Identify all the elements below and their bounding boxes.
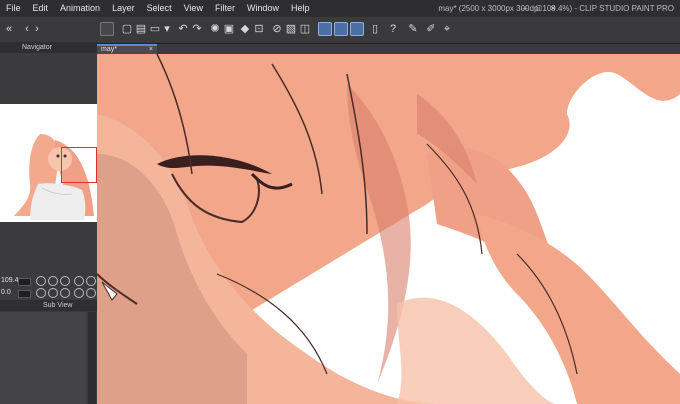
menu-bar: File Edit Animation Layer Select View Fi… bbox=[0, 0, 680, 17]
collapse-arrow-icon[interactable]: « bbox=[2, 22, 16, 36]
menu-animation[interactable]: Animation bbox=[54, 0, 106, 17]
tab-document[interactable]: may* × bbox=[97, 44, 157, 54]
chevron-down-icon[interactable]: ▾ bbox=[160, 22, 174, 36]
menu-filter[interactable]: Filter bbox=[209, 0, 241, 17]
menu-select[interactable]: Select bbox=[141, 0, 178, 17]
chevron-right-icon[interactable]: › bbox=[30, 22, 44, 36]
eyedropper-icon[interactable]: ⌖ bbox=[440, 22, 454, 36]
menu-edit[interactable]: Edit bbox=[27, 0, 55, 17]
clear-icon[interactable]: ✺ bbox=[208, 22, 222, 36]
fill-icon[interactable]: ◆ bbox=[238, 22, 252, 36]
menu-help[interactable]: Help bbox=[285, 0, 316, 17]
flip-icon[interactable] bbox=[86, 276, 96, 286]
window-title: may* (2500 x 3000px 300dpi 109.4%) - CLI… bbox=[438, 4, 674, 13]
subview-panel bbox=[0, 312, 86, 404]
deselect-icon[interactable]: ⊘ bbox=[270, 22, 284, 36]
reset-rotation-icon[interactable] bbox=[60, 288, 70, 298]
menu-window[interactable]: Window bbox=[241, 0, 285, 17]
snap-grid-icon[interactable] bbox=[350, 22, 364, 36]
drawing-canvas[interactable] bbox=[97, 54, 680, 404]
clear-outside-icon[interactable]: ▣ bbox=[222, 22, 236, 36]
zoom-slider[interactable] bbox=[18, 278, 31, 286]
navigator-title: Navigator bbox=[22, 44, 52, 51]
rotate-right-icon[interactable] bbox=[48, 288, 58, 298]
undo-icon[interactable]: ↶ bbox=[176, 22, 190, 36]
subview-header: Sub View bbox=[0, 300, 97, 311]
document-tab-label: may* bbox=[101, 46, 117, 53]
zoom-value[interactable]: 109.4 bbox=[1, 275, 19, 287]
angle-slider[interactable] bbox=[18, 290, 31, 298]
invert-icon[interactable]: ▧ bbox=[284, 22, 298, 36]
transform-icon[interactable]: ⊡ bbox=[252, 22, 266, 36]
pen-settings-icon[interactable]: ✐ bbox=[424, 22, 438, 36]
menu-view[interactable]: View bbox=[178, 0, 209, 17]
question-icon[interactable]: ? bbox=[386, 22, 400, 36]
open-file-icon[interactable]: ▤ bbox=[134, 22, 148, 36]
select-icon[interactable]: ◫ bbox=[298, 22, 312, 36]
navigator-view-frame[interactable] bbox=[61, 147, 97, 183]
angle-row: 0.0 bbox=[0, 287, 97, 299]
panel-scrollbar[interactable] bbox=[88, 312, 96, 404]
subview-title: Sub View bbox=[43, 302, 73, 309]
pen-icon[interactable]: ✎ bbox=[406, 22, 420, 36]
close-tab-icon[interactable]: × bbox=[149, 46, 153, 54]
rotate-left-icon[interactable] bbox=[36, 288, 46, 298]
navigator-header: Navigator bbox=[0, 42, 97, 53]
zoom-out-icon[interactable] bbox=[36, 276, 46, 286]
snap-ruler-icon[interactable] bbox=[318, 22, 332, 36]
clip-studio-icon[interactable] bbox=[100, 22, 114, 36]
reference-icon[interactable]: ▯ bbox=[368, 22, 382, 36]
command-bar: « ‹ › ▢ ▤ ▭ ▾ ↶ ↷ ✺ ▣ ◆ ⊡ ⊘ ▧ ◫ ▯ ? ✎ ✐ … bbox=[0, 17, 680, 44]
angle-value[interactable]: 0.0 bbox=[1, 287, 11, 299]
flip-vertical-icon[interactable] bbox=[86, 288, 96, 298]
menu-layer[interactable]: Layer bbox=[106, 0, 141, 17]
flip-horizontal-icon[interactable] bbox=[74, 288, 84, 298]
snap-special-ruler-icon[interactable] bbox=[334, 22, 348, 36]
neck-hair bbox=[397, 297, 557, 404]
zoom-actual-icon[interactable] bbox=[74, 276, 84, 286]
redo-icon[interactable]: ↷ bbox=[190, 22, 204, 36]
zoom-row: 109.4 bbox=[0, 275, 97, 287]
fit-screen-icon[interactable] bbox=[60, 276, 70, 286]
new-file-icon[interactable]: ▢ bbox=[120, 22, 134, 36]
menu-file[interactable]: File bbox=[0, 0, 27, 17]
zoom-in-icon[interactable] bbox=[48, 276, 58, 286]
